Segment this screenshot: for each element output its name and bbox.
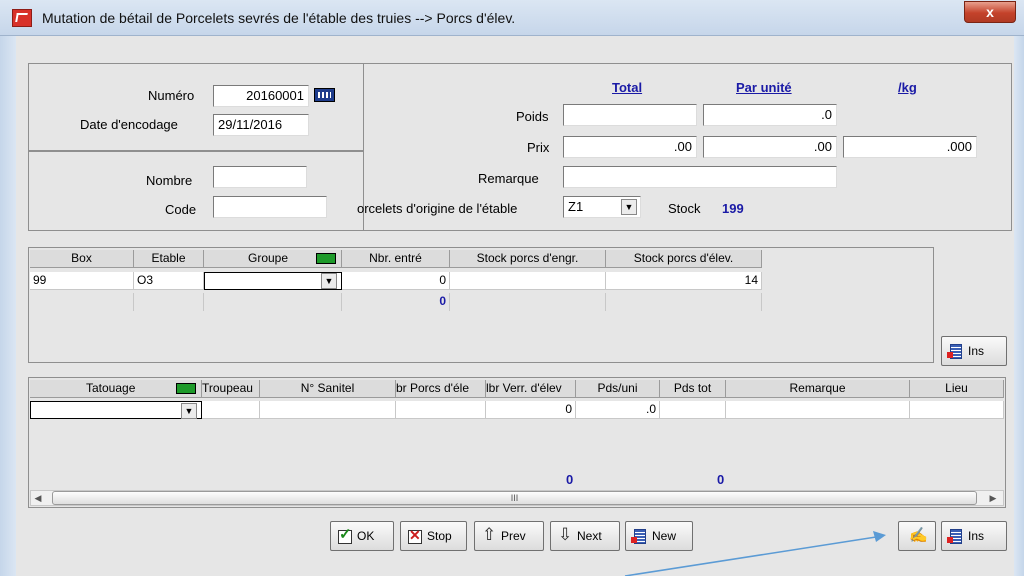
annotation-arrow-head	[873, 531, 886, 542]
annotation-arrow-overlay	[624, 531, 886, 576]
annotation-arrow-line	[624, 536, 877, 576]
